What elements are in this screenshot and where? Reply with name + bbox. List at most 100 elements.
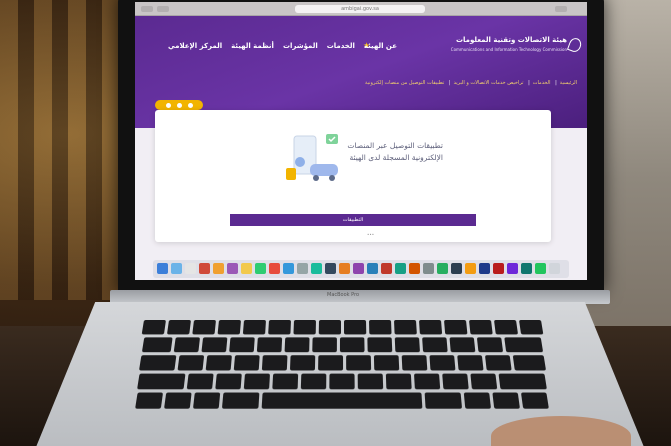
apps-button[interactable]: التطبيقات [230,214,476,226]
key[interactable] [394,337,420,353]
key[interactable] [428,355,455,371]
key[interactable] [393,320,417,335]
dock-app-icon[interactable] [283,263,294,274]
key[interactable] [317,355,343,371]
dock-app-icon[interactable] [339,263,350,274]
font-size-button[interactable] [165,102,171,108]
key[interactable] [329,373,355,390]
key[interactable] [448,337,475,353]
dock-app-icon[interactable] [493,263,504,274]
key[interactable] [228,337,255,353]
dock-app-icon[interactable] [171,263,182,274]
dock-app-icon[interactable] [507,263,518,274]
dock-app-icon[interactable] [367,263,378,274]
key[interactable] [401,355,427,371]
key[interactable] [357,373,384,390]
key[interactable] [520,392,549,409]
key[interactable] [284,337,310,353]
key[interactable] [476,337,503,353]
print-button[interactable] [187,102,193,108]
key[interactable] [256,337,282,353]
nav-item-about[interactable]: عن الهيئة [364,42,397,50]
key[interactable] [503,337,543,353]
dock-app-icon[interactable] [157,263,168,274]
nav-item-services[interactable]: الخدمات [327,42,355,50]
browser-button[interactable] [555,6,567,12]
key[interactable] [215,373,242,390]
dock-app-icon[interactable] [325,263,336,274]
key[interactable] [176,355,204,371]
key[interactable] [173,337,200,353]
key[interactable] [345,355,371,371]
key[interactable] [267,320,291,335]
key[interactable] [186,373,214,390]
contrast-button[interactable] [176,102,182,108]
dock-app-icon[interactable] [409,263,420,274]
browser-button[interactable] [141,6,153,12]
key[interactable] [385,373,412,390]
key[interactable] [135,392,164,409]
dock-app-icon[interactable] [465,263,476,274]
key[interactable] [192,392,221,409]
key[interactable] [492,392,520,409]
key[interactable] [424,392,463,409]
key[interactable] [292,320,316,335]
dock-app-icon[interactable] [241,263,252,274]
url-field[interactable]: ambigai.gov.sa [295,5,425,13]
nav-item-regulations[interactable]: أنظمة الهيئة [231,42,274,50]
key[interactable] [137,373,186,390]
space-bar[interactable] [261,392,423,409]
dock-app-icon[interactable] [255,263,266,274]
dock-app-icon[interactable] [199,263,210,274]
key[interactable] [221,392,260,409]
key[interactable] [484,355,512,371]
key[interactable] [300,373,327,390]
key[interactable] [233,355,260,371]
breadcrumb-item[interactable]: الخدمات [533,80,551,86]
dock-app-icon[interactable] [353,263,364,274]
key[interactable] [141,337,173,353]
key[interactable] [373,355,399,371]
key[interactable] [261,355,287,371]
key[interactable] [138,355,176,371]
dock-app-icon[interactable] [185,263,196,274]
key[interactable] [166,320,191,335]
key[interactable] [456,355,484,371]
nav-item-media[interactable]: المركز الإعلامي [168,42,222,50]
key[interactable] [318,320,341,335]
key[interactable] [141,320,166,335]
dock-app-icon[interactable] [311,263,322,274]
key[interactable] [418,320,442,335]
browser-button[interactable] [157,6,169,12]
key[interactable] [463,392,492,409]
site-logo[interactable]: هيئة الاتصالات وتقنية المعلومات Communic… [451,36,584,58]
dock-app-icon[interactable] [269,263,280,274]
nav-item-indicators[interactable]: المؤشرات [283,42,318,50]
key[interactable] [339,337,365,353]
key[interactable] [468,320,493,335]
breadcrumb-item[interactable]: الرئيسية [560,80,577,86]
key[interactable] [191,320,216,335]
key[interactable] [242,320,266,335]
key[interactable] [443,320,467,335]
key[interactable] [243,373,270,390]
key[interactable] [493,320,518,335]
dock-app-icon[interactable] [437,263,448,274]
key[interactable] [200,337,227,353]
key[interactable] [366,337,392,353]
key[interactable] [518,320,543,335]
key[interactable] [512,355,546,371]
dock-app-icon[interactable] [213,263,224,274]
dock-app-icon[interactable] [535,263,546,274]
breadcrumb-item[interactable]: تراخيص خدمات الاتصالات و البريد [454,80,524,86]
key[interactable] [414,373,441,390]
dock-app-icon[interactable] [395,263,406,274]
key[interactable] [217,320,241,335]
dock-app-icon[interactable] [423,263,434,274]
key[interactable] [470,373,498,390]
key[interactable] [442,373,469,390]
key[interactable] [164,392,192,409]
key[interactable] [311,337,337,353]
key[interactable] [205,355,232,371]
dock-app-icon[interactable] [381,263,392,274]
